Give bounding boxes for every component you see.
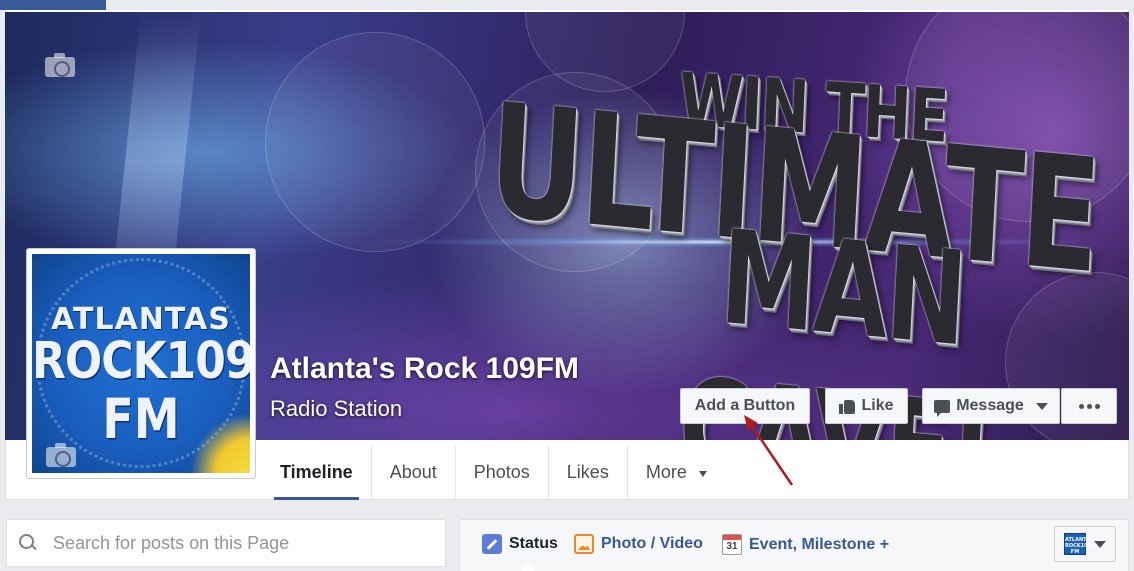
photo-icon [574,534,594,554]
message-bubble-icon [934,399,951,417]
tab-about[interactable]: About [372,445,456,500]
chevron-down-icon [698,470,707,477]
tab-photos[interactable]: Photos [456,445,549,500]
like-button[interactable]: Like [825,388,908,424]
chevron-down-icon [1094,540,1106,548]
search-icon [19,534,37,552]
composer-photo-video-tab[interactable]: Photo / Video [574,534,703,554]
page-nav-tabs: Timeline About Photos Likes More [262,445,725,500]
message-label: Message [956,397,1024,414]
calendar-icon: 31 [722,534,742,555]
tab-timeline-label: Timeline [280,462,353,482]
profile-logo: ATLANTAS ROCK109 FM [32,254,250,473]
logo-text-line-3: FM [102,386,180,452]
tab-more[interactable]: More [628,445,725,500]
post-as-selector[interactable]: ATLANTAS ROCK109 FM [1054,526,1116,562]
tab-timeline[interactable]: Timeline [262,445,372,500]
page-category[interactable]: Radio Station [270,396,402,422]
camera-icon[interactable] [46,443,76,467]
avatar: ATLANTAS ROCK109 FM [1064,533,1094,555]
more-options-button[interactable] [1061,388,1117,424]
like-label: Like [861,397,894,414]
logo-text-line-2: ROCK109 [32,332,250,391]
composer-active-pointer [520,564,536,571]
tab-more-label: More [645,462,687,482]
composer-status-label: Status [509,535,558,552]
top-nav-strip [0,0,106,10]
camera-icon[interactable] [45,53,77,81]
tab-likes[interactable]: Likes [549,445,628,500]
annotation-arrow-shaft [748,422,794,486]
page-search-box[interactable] [6,519,446,567]
message-button[interactable]: Message [922,388,1060,424]
annotation-arrow [744,415,794,486]
pencil-icon [482,534,502,554]
annotation-arrow-head [744,415,758,431]
post-composer: Status Photo / Video 31 Event, Milestone… [459,519,1129,571]
page-title[interactable]: Atlanta's Rock 109FM [270,352,579,386]
profile-picture[interactable]: ATLANTAS ROCK109 FM [26,248,256,479]
add-a-button-label: Add a Button [694,397,796,414]
composer-event-milestone-tab[interactable]: 31 Event, Milestone + [722,534,889,555]
composer-event-milestone-label: Event, Milestone + [749,535,890,553]
thumbs-up-icon [839,398,856,414]
ellipsis-icon [1078,403,1100,409]
search-input[interactable] [53,532,433,554]
tab-likes-label: Likes [566,462,609,482]
tab-about-label: About [389,462,437,482]
chevron-down-icon [1035,402,1048,410]
composer-photo-video-label: Photo / Video [601,535,703,552]
tab-photos-label: Photos [473,462,530,482]
composer-status-tab[interactable]: Status [482,534,558,554]
